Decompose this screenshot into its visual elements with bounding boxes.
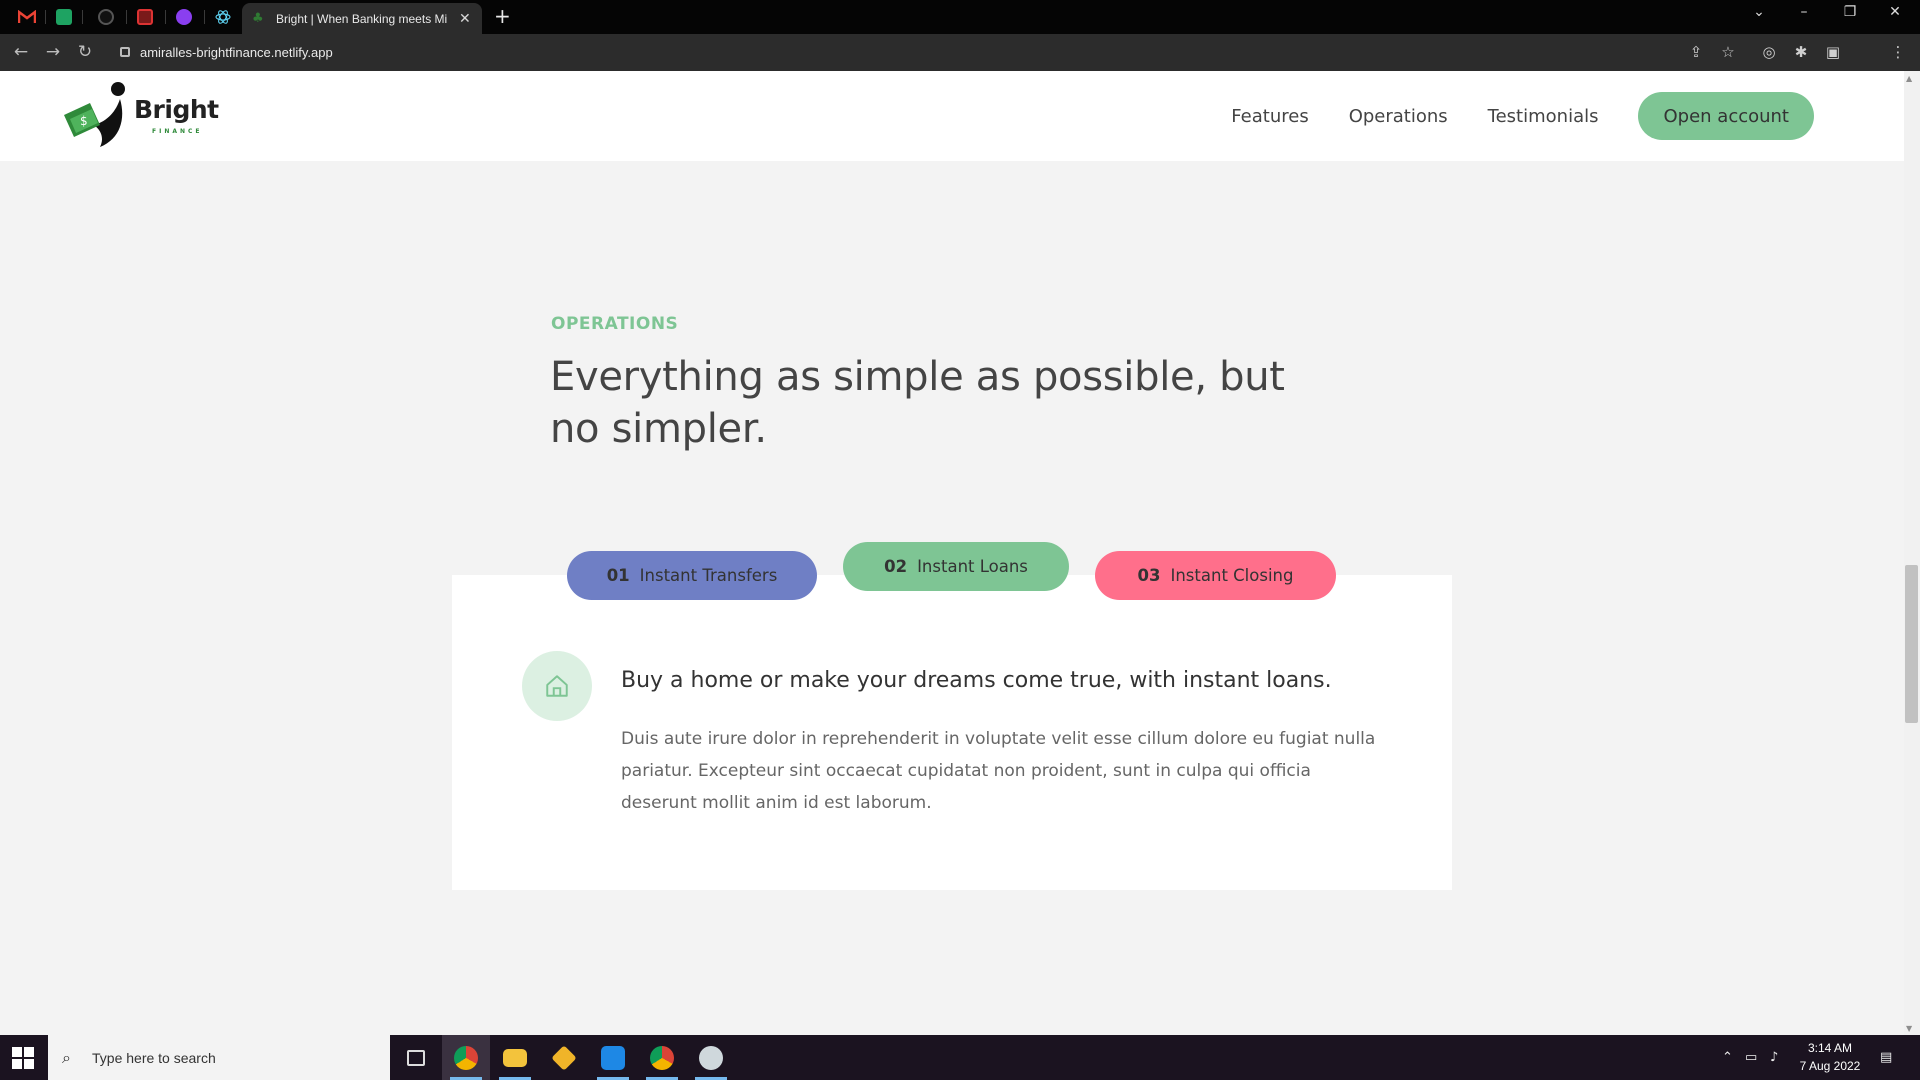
tab-label: Instant Loans [917, 557, 1028, 576]
close-tab-icon[interactable]: ✕ [459, 11, 471, 27]
windows-taskbar: ⌕ Type here to search ⌃ ▭ ♪ 3:14 AM 7 Au… [0, 1035, 1920, 1080]
active-browser-tab[interactable]: ♣ Bright | When Banking meets Mi ✕ [242, 3, 482, 34]
taskbar-search-box[interactable]: ⌕ Type here to search [48, 1035, 390, 1080]
puzzle-icon[interactable]: ✱ [1792, 43, 1810, 61]
react-icon [215, 10, 231, 24]
scroll-up-icon[interactable]: ▲ [1906, 74, 1912, 83]
operation-tab-loans[interactable]: 02 Instant Loans [843, 542, 1069, 591]
network-icon[interactable]: ▭ [1745, 1035, 1757, 1080]
chrome-profile-taskbar-icon[interactable] [638, 1035, 686, 1080]
notifications-icon[interactable]: ▤ [1880, 1035, 1892, 1080]
chrome-taskbar-icon[interactable] [442, 1035, 490, 1080]
tab-label: Instant Closing [1170, 566, 1294, 585]
section-eyebrow: OPERATIONS [551, 314, 679, 334]
operation-tab-transfers[interactable]: 01 Instant Transfers [567, 551, 817, 600]
task-view-icon[interactable] [392, 1035, 440, 1080]
logo-text: Bright [134, 95, 219, 124]
clock-date: 7 Aug 2022 [1799, 1059, 1861, 1073]
gmail-icon [18, 10, 36, 23]
scroll-down-icon[interactable]: ▼ [1906, 1024, 1912, 1033]
vscode-icon[interactable] [589, 1035, 637, 1080]
clock-time: 3:14 AM [1807, 1041, 1853, 1055]
sheets-icon [56, 9, 72, 25]
taskbar-clock[interactable]: 3:14 AM 7 Aug 2022 [1795, 1039, 1865, 1075]
nav-link-features[interactable]: Features [1231, 106, 1308, 127]
git-app-icon[interactable] [540, 1035, 588, 1080]
close-window-icon[interactable]: ✕ [1880, 4, 1910, 20]
main-navigation: Features Operations Testimonials Open ac… [1191, 92, 1814, 140]
windows-start-icon[interactable] [12, 1047, 34, 1069]
share-icon[interactable]: ⇪ [1687, 43, 1705, 61]
file-explorer-icon[interactable] [491, 1035, 539, 1080]
gmail-tab[interactable] [9, 5, 45, 29]
tab-search-icon[interactable]: ⌄ [1744, 4, 1774, 20]
scrollbar-thumb[interactable] [1905, 565, 1918, 723]
url-text: amiralles-brightfinance.netlify.app [140, 44, 333, 60]
sheets-tab[interactable] [46, 5, 82, 29]
extension-icon[interactable]: ◎ [1760, 43, 1778, 61]
logo-mark-icon: $ [64, 82, 125, 147]
bright-logo[interactable]: $ Bright FINANCE [60, 81, 220, 151]
search-placeholder: Type here to search [92, 1049, 216, 1066]
react-tab[interactable] [205, 5, 241, 29]
paint-app-icon[interactable] [687, 1035, 735, 1080]
site-header: $ Bright FINANCE Features Operations Tes… [0, 71, 1904, 161]
browser-tab-strip: ♣ Bright | When Banking meets Mi ✕ + ⌄ –… [0, 0, 1920, 34]
tray-overflow-icon[interactable]: ⌃ [1722, 1035, 1733, 1080]
svg-text:$: $ [80, 114, 88, 128]
operation-content-text: Duis aute irure dolor in reprehenderit i… [621, 729, 1376, 813]
forward-icon[interactable]: → [42, 42, 64, 62]
operation-tab-closing[interactable]: 03 Instant Closing [1095, 551, 1336, 600]
tab-number: 01 [606, 566, 630, 585]
menu-kebab-icon[interactable]: ⋮ [1889, 43, 1907, 61]
operation-icon-circle [522, 651, 592, 721]
tab-title: Bright | When Banking meets Mi [276, 11, 448, 26]
open-account-button[interactable]: Open account [1638, 92, 1814, 140]
app-icon [176, 9, 192, 25]
back-icon[interactable]: ← [10, 42, 32, 62]
bookmark-star-icon[interactable]: ☆ [1719, 43, 1737, 61]
reload-icon[interactable]: ↻ [74, 42, 96, 62]
operation-content-title: Buy a home or make your dreams come true… [621, 668, 1332, 693]
section-heading: Everything as simple as possible, but no… [550, 354, 1285, 452]
app-icon [137, 9, 153, 25]
tab-label: Instant Transfers [639, 566, 778, 585]
pinned-tab-4[interactable] [127, 5, 163, 29]
github-icon [98, 9, 114, 25]
nav-link-testimonials[interactable]: Testimonials [1488, 106, 1599, 127]
tab-number: 03 [1137, 566, 1161, 585]
pinned-tab-5[interactable] [166, 5, 202, 29]
lock-icon [120, 47, 130, 57]
restore-icon[interactable]: ❐ [1835, 4, 1865, 20]
nav-link-operations[interactable]: Operations [1349, 106, 1448, 127]
tab-number: 02 [884, 557, 908, 576]
bright-favicon: ♣ [252, 10, 264, 26]
volume-icon[interactable]: ♪ [1770, 1035, 1778, 1080]
page-scrollbar[interactable] [1904, 71, 1920, 1035]
new-tab-button[interactable]: + [494, 6, 511, 26]
minimize-icon[interactable]: – [1789, 4, 1819, 20]
address-bar[interactable]: amiralles-brightfinance.netlify.app [110, 38, 1760, 66]
side-panel-icon[interactable]: ▣ [1824, 43, 1842, 61]
github-tab[interactable] [88, 5, 124, 29]
search-icon: ⌕ [62, 1047, 71, 1067]
browser-toolbar: ← → ↻ amiralles-brightfinance.netlify.ap… [0, 34, 1920, 96]
home-icon [546, 675, 568, 697]
logo-subtext: FINANCE [152, 128, 203, 135]
